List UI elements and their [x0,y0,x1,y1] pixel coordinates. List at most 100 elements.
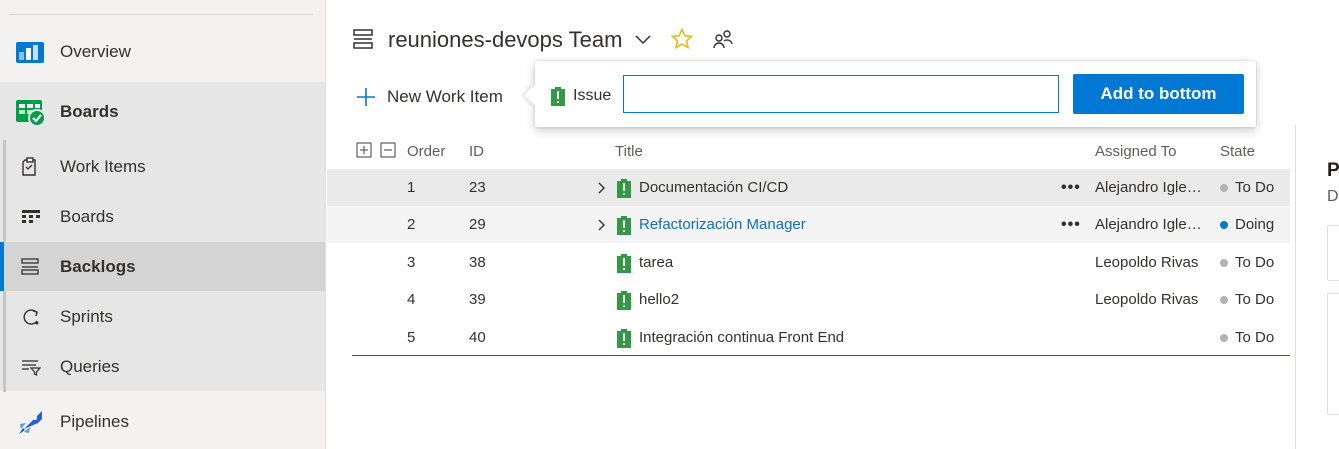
left-navigation: Overview Boards Work Items Boards Backlo… [0,0,326,449]
chevron-down-icon[interactable] [634,32,652,50]
row-order: 1 [407,179,416,196]
nav-item-boards-hub[interactable]: Boards [0,88,325,136]
side-panel-card [1327,293,1339,415]
row-state: To Do [1220,169,1274,206]
nav-item-label: Boards [60,207,114,226]
nav-item-boards[interactable]: Boards [0,193,325,241]
backlog-header-icon [352,28,374,55]
row-assigned-to: Alejandro Iglesias [1095,179,1207,196]
column-header-id[interactable]: ID [469,143,484,160]
nav-item-pipelines[interactable]: Pipelines [0,398,325,446]
column-header-assigned-to[interactable]: Assigned To [1095,143,1176,160]
nav-item-label: Work Items [60,157,146,176]
plus-icon [357,88,375,106]
new-work-item-button[interactable]: New Work Item [355,84,503,110]
row-title[interactable]: Integración continua Front End [639,319,844,356]
nav-item-overview[interactable]: Overview [0,28,325,76]
row-assigned-to: Leopoldo Rivas [1095,291,1199,308]
table-row[interactable]: 1 23 Documentación CI/CD ••• Alejandro Igles… [327,169,1290,206]
row-state-label: To Do [1235,291,1275,308]
work-item-type-label: Issue [573,87,612,104]
row-id: 29 [469,216,486,233]
issue-icon [617,244,631,281]
nav-item-label: Overview [60,42,131,61]
row-order: 5 [407,329,416,346]
row-state: To Do [1220,244,1274,281]
row-id: 39 [469,291,486,308]
sprint-icon [21,307,41,327]
team-selector-title[interactable]: reuniones-devops Team [388,27,622,53]
chevron-right-icon[interactable] [597,206,609,243]
grid-end-line [352,355,1290,356]
row-state: Doing [1220,206,1274,243]
work-item-title-input[interactable] [623,75,1059,113]
row-state: To Do [1220,319,1274,356]
column-header-order[interactable]: Order [407,143,445,160]
table-row[interactable]: 4 39 hello2 Leopoldo Rivas To Do [327,281,1290,318]
nav-item-backlogs[interactable]: Backlogs [0,242,325,291]
row-assigned-to: Alejandro Iglesias [1095,216,1207,233]
state-dot-icon [1220,333,1228,342]
row-state-label: To Do [1235,254,1275,271]
issue-icon [551,87,565,106]
new-work-item-label: New Work Item [387,87,503,106]
team-members-icon[interactable] [712,28,734,55]
row-assigned-to: Leopoldo Rivas [1095,254,1199,271]
add-to-bottom-button[interactable]: Add to bottom [1073,74,1244,114]
favorite-star-icon[interactable] [670,27,694,56]
row-order: 4 [407,291,416,308]
nav-item-queries[interactable]: Queries [0,343,325,391]
boards-icon [15,96,47,128]
row-state: To Do [1220,281,1274,318]
column-header-title[interactable]: Title [615,143,643,160]
more-actions-icon[interactable]: ••• [1061,169,1081,206]
kanban-icon [21,209,41,225]
row-order: 2 [407,216,416,233]
row-state-label: Doing [1235,216,1275,233]
backlog-icon [21,257,39,276]
state-dot-icon [1220,258,1228,267]
side-panel-title: P [1327,160,1339,181]
nav-item-label: Boards [60,102,119,121]
more-actions-icon[interactable]: ••• [1061,206,1081,243]
query-icon [21,358,41,376]
selection-indicator [0,242,4,291]
work-item-type-selector[interactable]: Issue [551,86,611,106]
table-row[interactable]: 3 38 tarea Leopoldo Rivas To Do [327,244,1290,281]
row-title[interactable]: Refactorización Manager [639,206,806,243]
issue-icon [617,169,631,206]
row-id: 38 [469,254,486,271]
table-row[interactable]: 2 29 Refactorización Manager ••• Alejandro I… [327,206,1290,243]
chevron-right-icon[interactable] [597,169,609,206]
state-dot-icon [1220,295,1228,304]
row-order: 3 [407,254,416,271]
nav-divider [10,14,313,15]
side-panel-subtitle: D [1327,188,1339,205]
table-row[interactable]: 5 40 Integración continua Front End To Do [327,319,1290,356]
work-items-icon [21,157,39,177]
row-state-label: To Do [1235,329,1275,346]
state-dot-icon [1220,220,1228,229]
state-dot-icon [1220,183,1228,192]
nav-item-label: Sprints [60,307,113,326]
pipelines-icon [15,406,47,438]
nav-item-work-items[interactable]: Work Items [0,143,325,191]
side-panel-card [1327,225,1339,281]
collapse-all-icon[interactable] [380,142,396,158]
row-assigned-to [1095,319,1207,356]
row-title[interactable]: hello2 [639,281,679,318]
nav-item-label: Backlogs [60,256,136,276]
nav-item-sprints[interactable]: Sprints [0,293,325,341]
expand-all-icon[interactable] [356,142,372,158]
row-title[interactable]: tarea [639,244,673,281]
nav-item-label: Pipelines [60,412,129,431]
row-title[interactable]: Documentación CI/CD [639,169,788,206]
nav-item-label: Queries [60,357,120,376]
row-state-label: To Do [1235,179,1275,196]
issue-icon [617,319,631,356]
overview-icon [15,39,45,65]
row-id: 40 [469,329,486,346]
issue-icon [617,281,631,318]
column-header-state[interactable]: State [1220,143,1255,160]
row-id: 23 [469,179,486,196]
